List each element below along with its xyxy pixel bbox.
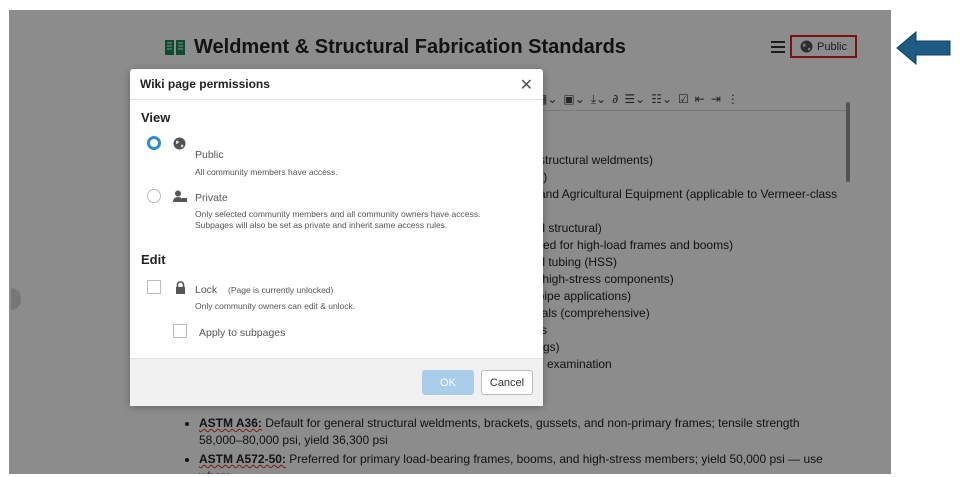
public-option-description: All community members have access. [195,167,338,177]
cancel-button[interactable]: Cancel [481,370,533,395]
edit-heading: Edit [141,252,166,267]
apply-to-subpages-label[interactable]: Apply to subpages [199,327,285,339]
view-heading: View [141,110,171,125]
permissions-dialog: Wiki page permissions ✕ View Public All … [130,69,543,406]
lock-status-text: (Page is currently unlocked) [228,285,334,295]
globe-icon [173,137,186,150]
lock-option-description: Only community owners can edit & unlock. [195,301,356,311]
dialog-footer: OK Cancel [130,358,543,406]
private-radio[interactable] [147,189,161,203]
ok-button[interactable]: OK [422,370,474,395]
private-option-description-subpages: Subpages will also be set as private and… [195,220,448,230]
public-radio[interactable] [147,136,161,150]
lock-option-label[interactable]: Lock [195,284,217,296]
private-option-description: Only selected community members and all … [195,209,481,219]
close-icon[interactable]: ✕ [520,75,533,94]
dialog-header: Wiki page permissions ✕ [130,69,543,100]
wiki-editor-screen: Weldment & Structural Fabrication Standa… [9,10,891,474]
lock-icon [176,281,185,294]
left-arrow-icon [896,30,951,66]
private-option-label[interactable]: Private [195,192,228,204]
public-option-label[interactable]: Public [195,149,224,161]
apply-to-subpages-checkbox[interactable] [173,324,187,338]
lock-checkbox[interactable] [147,280,161,294]
user-lock-icon [173,190,187,202]
dialog-title: Wiki page permissions [140,77,270,91]
